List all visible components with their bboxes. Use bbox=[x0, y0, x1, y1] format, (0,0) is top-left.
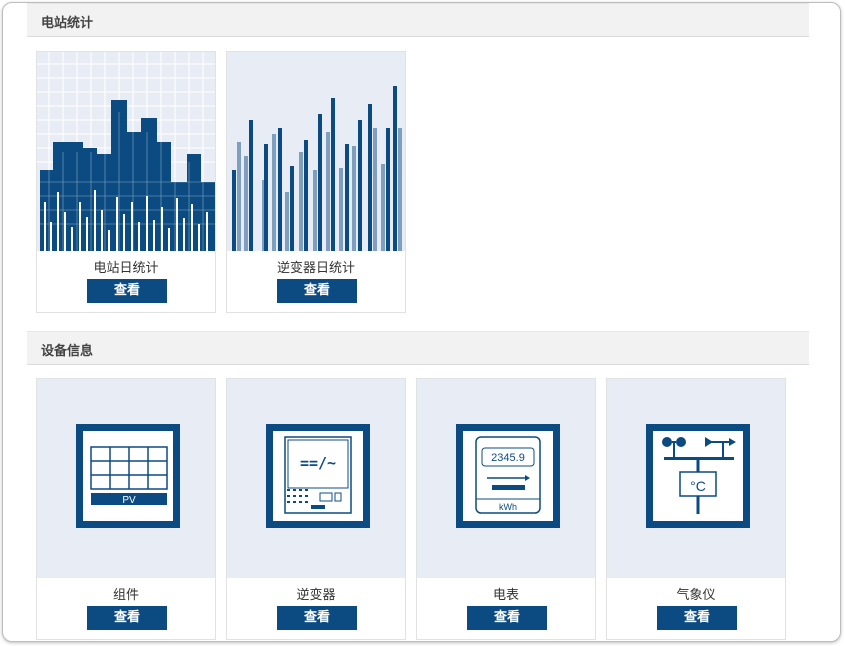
inverter-daily-label: 逆变器日统计 bbox=[276, 261, 355, 276]
inverter-daily-view-button[interactable]: 查看 bbox=[277, 279, 357, 303]
electric-meter-icon: 2345.9 kWh bbox=[417, 379, 595, 578]
device-info-title: 设备信息 bbox=[41, 344, 94, 359]
inverter-label: 逆变器 bbox=[296, 588, 336, 603]
meter-icon-unit: kWh bbox=[499, 502, 517, 512]
pv-module-view-button[interactable]: 查看 bbox=[87, 606, 167, 630]
weather-station-view-button[interactable]: 查看 bbox=[657, 606, 737, 630]
inverter-card[interactable]: ==/~ 逆变器 查看 bbox=[226, 378, 406, 640]
pv-icon-text: PV bbox=[122, 495, 136, 506]
weather-icon-text: °C bbox=[690, 478, 706, 494]
station-stats-header: 电站统计 bbox=[27, 3, 809, 37]
station-daily-label: 电站日统计 bbox=[93, 261, 159, 276]
inverter-daily-chart-icon bbox=[227, 52, 405, 251]
weather-station-icon: °C bbox=[607, 379, 785, 578]
inverter-view-button[interactable]: 查看 bbox=[277, 606, 357, 630]
inverter-icon: ==/~ bbox=[227, 379, 405, 578]
station-daily-card[interactable]: 电站日统计 查看 bbox=[36, 51, 216, 313]
inverter-daily-card[interactable]: 逆变器日统计 查看 bbox=[226, 51, 406, 313]
pv-module-card[interactable]: PV 组件 查看 bbox=[36, 378, 216, 640]
electric-meter-label: 电表 bbox=[492, 588, 519, 603]
weather-station-card[interactable]: °C 气象仪 查看 bbox=[606, 378, 786, 640]
inverter-icon-text: ==/~ bbox=[300, 454, 336, 472]
pv-module-icon: PV bbox=[37, 379, 215, 578]
weather-station-label: 气象仪 bbox=[676, 588, 716, 603]
device-info-header: 设备信息 bbox=[27, 331, 809, 365]
electric-meter-view-button[interactable]: 查看 bbox=[467, 606, 547, 630]
pv-module-label: 组件 bbox=[112, 588, 139, 603]
station-stats-title: 电站统计 bbox=[41, 16, 94, 31]
meter-icon-reading: 2345.9 bbox=[491, 452, 525, 464]
station-daily-chart-icon bbox=[37, 52, 215, 251]
station-daily-view-button[interactable]: 查看 bbox=[87, 279, 167, 303]
main-panel: 电站统计 电站日统计 查看 逆变器日统计 查看 设备信息 PV 组件 查看 ==… bbox=[2, 2, 841, 642]
electric-meter-card[interactable]: 2345.9 kWh 电表 查看 bbox=[416, 378, 596, 640]
